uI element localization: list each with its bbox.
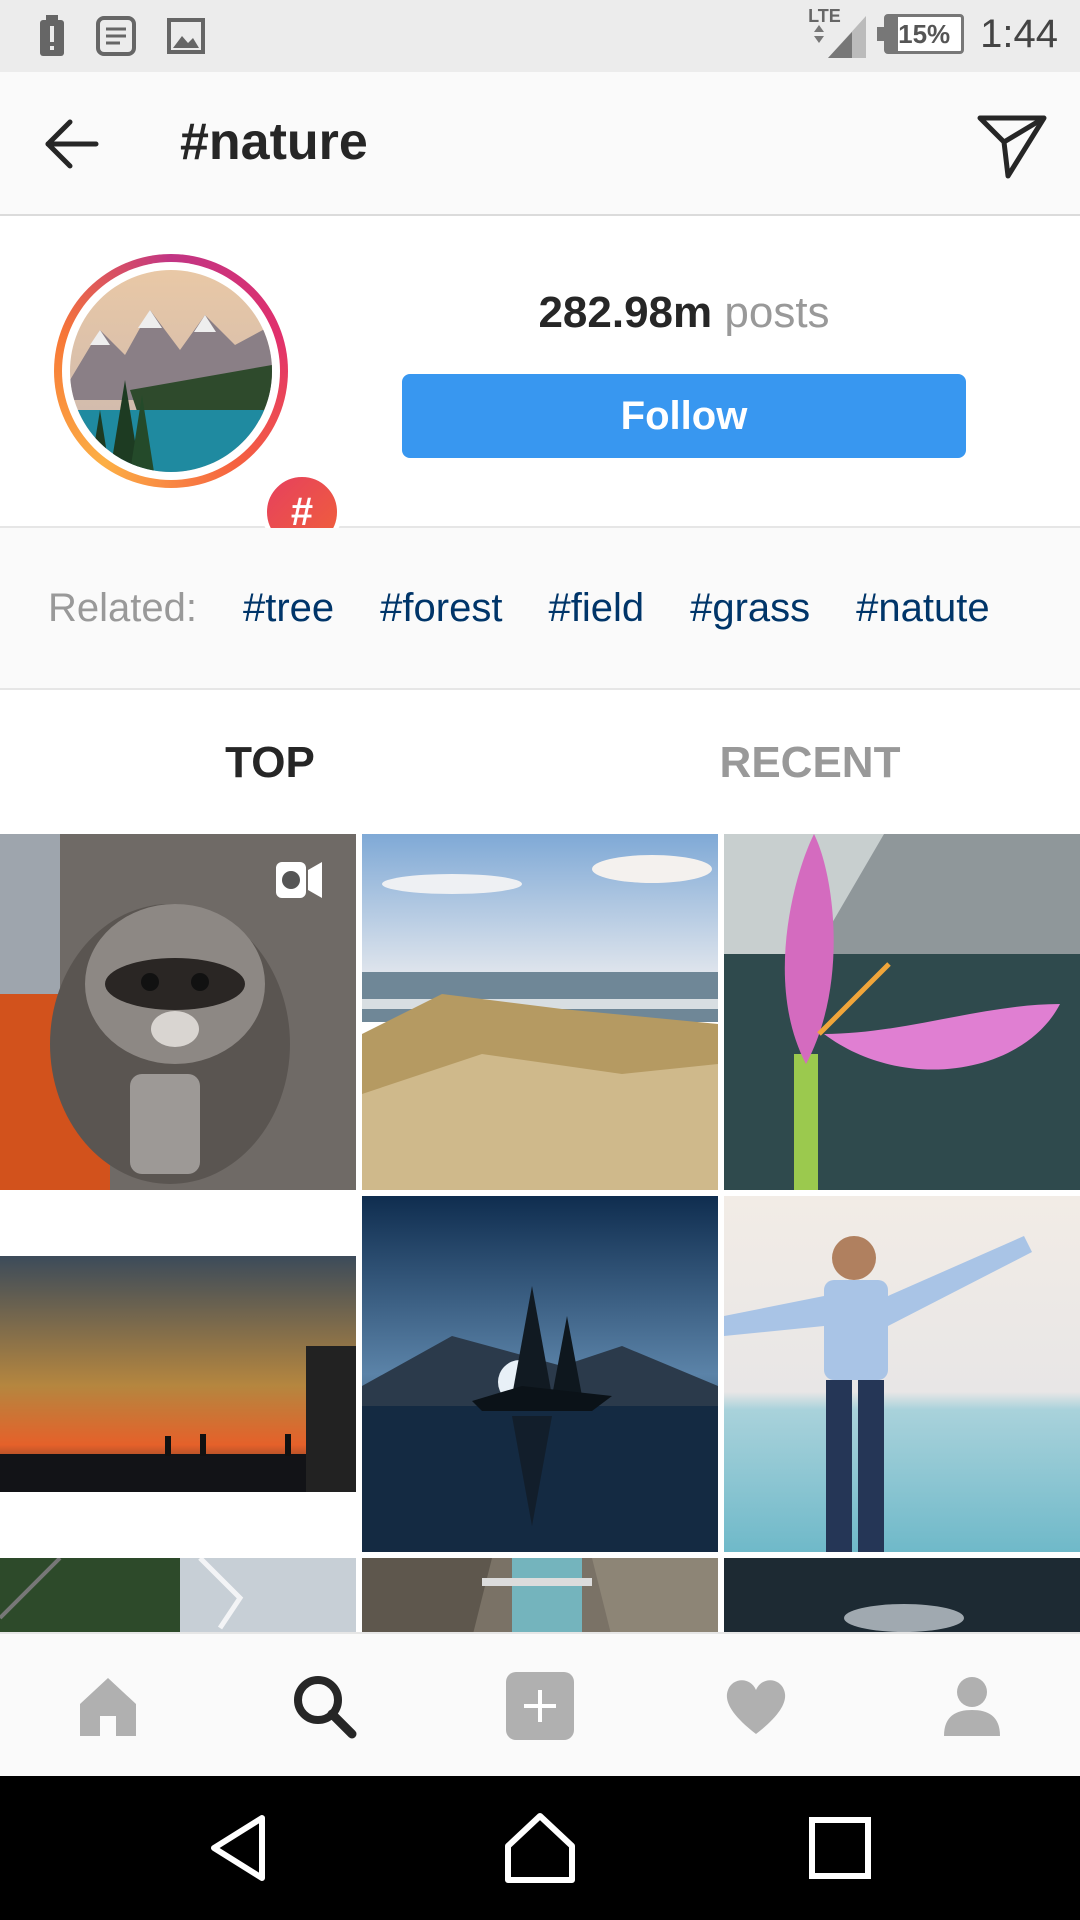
related-tag[interactable]: #natute: [856, 586, 989, 631]
related-tags: Related: #tree #forest #field #grass #na…: [0, 528, 1080, 690]
send-icon[interactable]: [974, 108, 1050, 184]
mountain-lake-photo: [70, 270, 272, 472]
search-icon[interactable]: [288, 1670, 360, 1742]
home-icon[interactable]: [72, 1670, 144, 1742]
notes-icon: [96, 16, 136, 56]
follow-button[interactable]: Follow: [402, 374, 966, 458]
grid-post[interactable]: [724, 1558, 1080, 1632]
grid-post[interactable]: [362, 1558, 718, 1632]
profile-icon[interactable]: [936, 1670, 1008, 1742]
battery-icon: 15%: [877, 14, 965, 54]
river-canyon-photo: [362, 1558, 718, 1632]
posts-count: 282.98m posts: [402, 288, 966, 338]
clock: 1:44: [980, 11, 1058, 56]
top-app-bar: #nature: [0, 72, 1080, 216]
grid-post[interactable]: [0, 834, 356, 1190]
image-icon: [167, 18, 205, 54]
related-tag[interactable]: #grass: [690, 586, 810, 631]
home-outline-icon[interactable]: [502, 1810, 578, 1886]
dark-photo: [724, 1558, 1080, 1632]
add-post-icon[interactable]: [504, 1670, 576, 1742]
heart-icon[interactable]: [720, 1670, 792, 1742]
sunset-silhouettes-photo: [0, 1196, 356, 1552]
recents-square-icon[interactable]: [802, 1810, 878, 1886]
related-tag[interactable]: #field: [548, 586, 644, 631]
raccoon-photo: [0, 834, 356, 1190]
related-label: Related:: [48, 586, 197, 630]
post-tabs: TOP RECENT: [0, 690, 1080, 834]
battery-percent: 15%: [898, 19, 951, 49]
bottom-navigation: [0, 1632, 1080, 1776]
tab-top[interactable]: TOP: [0, 738, 540, 788]
status-bar: LTE 15% 1:44: [0, 0, 1080, 72]
hashtag-avatar[interactable]: #: [54, 254, 342, 552]
beach-dunes-photo: [362, 834, 718, 1190]
grid-post[interactable]: [362, 1196, 718, 1552]
man-by-pool-photo: [724, 1196, 1080, 1552]
back-arrow-icon[interactable]: [40, 112, 104, 176]
related-tag[interactable]: #forest: [380, 586, 502, 631]
tab-recent[interactable]: RECENT: [540, 738, 1080, 788]
pink-flower-photo: [724, 834, 1080, 1190]
page-title: #nature: [180, 113, 368, 171]
back-triangle-icon[interactable]: [204, 1810, 280, 1886]
grid-post[interactable]: [724, 1196, 1080, 1552]
grid-post[interactable]: [0, 1558, 356, 1632]
signal-icon: LTE: [808, 6, 868, 58]
posts-count-label: posts: [724, 288, 830, 337]
grid-post[interactable]: [0, 1196, 356, 1552]
lake-night-photo: [362, 1196, 718, 1552]
aerial-forest-photo: [0, 1558, 356, 1632]
post-grid: [0, 834, 1080, 1632]
grid-post[interactable]: [724, 834, 1080, 1190]
system-navigation-bar: [0, 1776, 1080, 1920]
hashtag-header: # 282.98m posts Follow: [0, 216, 1080, 552]
alert-icon: [40, 15, 64, 56]
posts-count-value: 282.98m: [538, 288, 713, 337]
grid-post[interactable]: [362, 834, 718, 1190]
related-tag[interactable]: #tree: [243, 586, 334, 631]
